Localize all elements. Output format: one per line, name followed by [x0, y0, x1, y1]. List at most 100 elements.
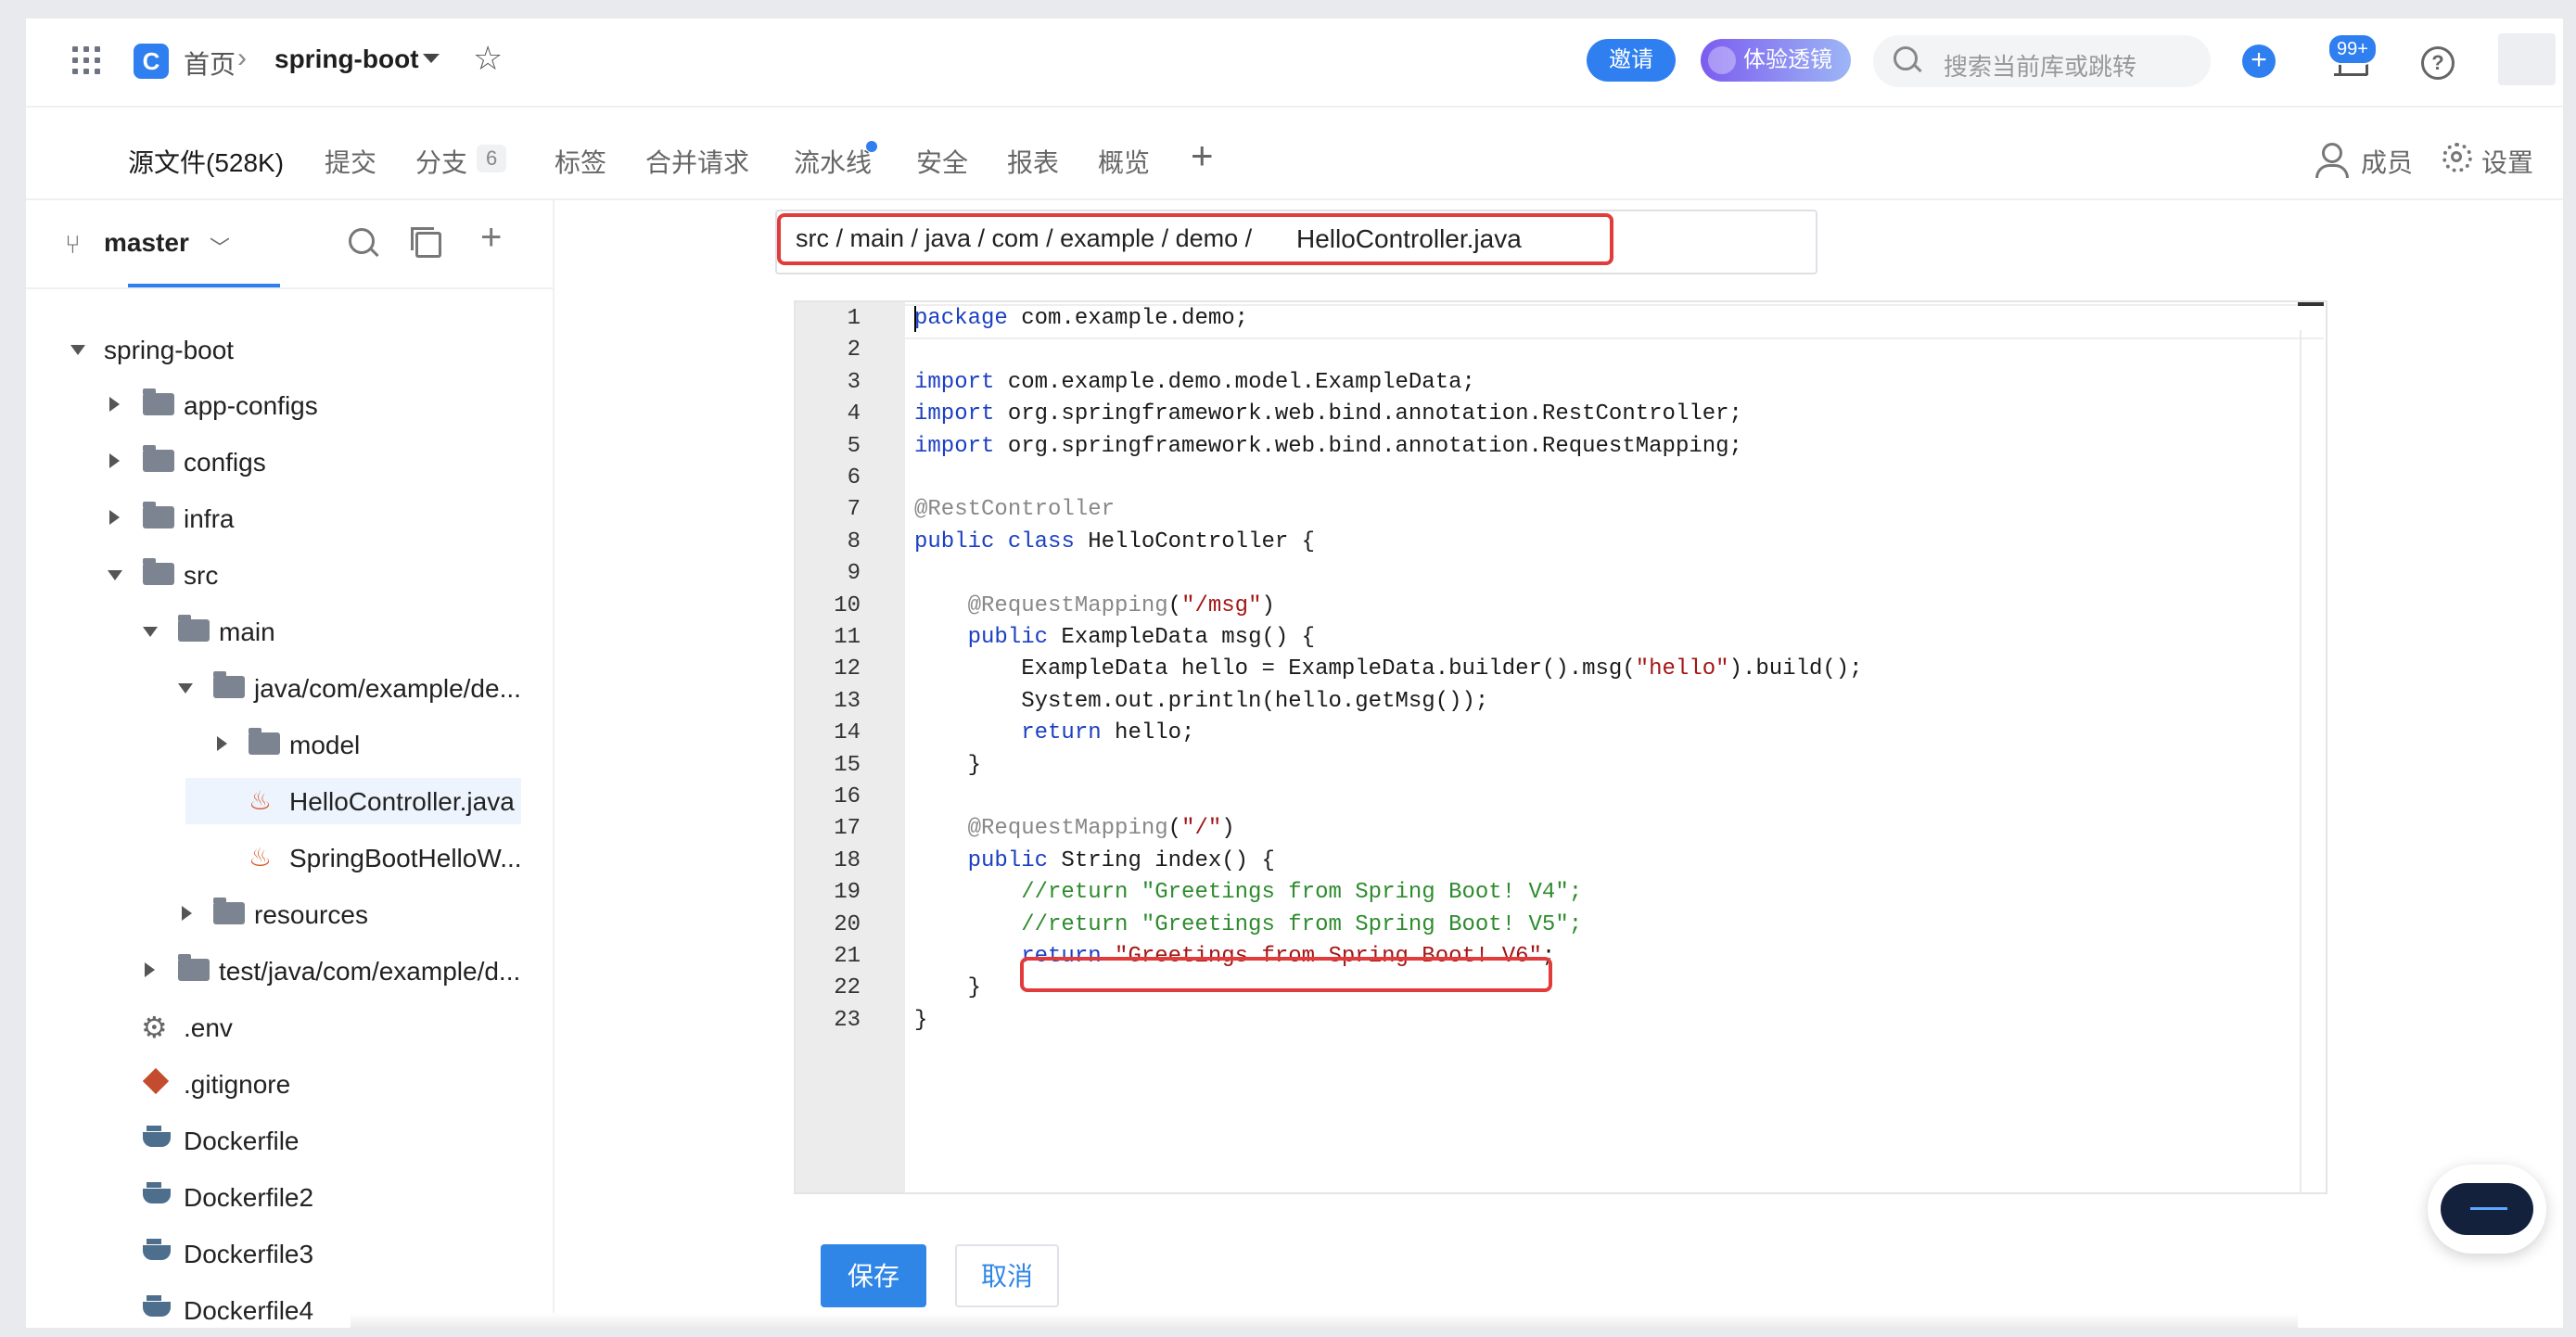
caret-down-icon[interactable] — [178, 683, 193, 694]
code-line[interactable]: @RequestMapping("/msg") — [914, 593, 1275, 618]
line-number: 1 — [847, 306, 861, 331]
tree-item-folder[interactable]: java/com/example/de... — [26, 665, 553, 711]
assistant-float-button[interactable] — [2428, 1165, 2546, 1254]
gear-icon[interactable] — [2442, 143, 2472, 172]
code-line[interactable]: import com.example.demo.model.ExampleDat… — [914, 370, 1475, 395]
line-number: 15 — [834, 752, 861, 778]
line-number: 10 — [834, 592, 861, 618]
tree-item-folder[interactable]: src — [26, 552, 553, 598]
caret-right-icon[interactable] — [109, 510, 120, 525]
code-line[interactable]: public ExampleData msg() { — [914, 625, 1315, 650]
search-icon — [1894, 46, 1918, 70]
tab-source[interactable]: 源文件(528K) — [128, 143, 284, 180]
breadcrumb-home[interactable]: 首页 — [184, 45, 236, 82]
folder-icon — [143, 445, 174, 472]
branch-selector[interactable]: master — [104, 228, 189, 258]
docker-file-icon — [143, 1239, 171, 1260]
apps-grid-icon[interactable] — [72, 46, 100, 74]
tree-item-file[interactable]: ♨ SpringBootHelloW... — [26, 834, 553, 881]
editor-scrollbar[interactable] — [2300, 330, 2302, 1192]
global-search[interactable]: 搜索当前库或跳转 — [1873, 35, 2211, 87]
tree-item-file-selected[interactable]: ♨ HelloController.java — [185, 778, 521, 824]
caret-down-icon[interactable] — [143, 627, 158, 637]
lens-icon — [1708, 46, 1736, 74]
cancel-button[interactable]: 取消 — [955, 1244, 1059, 1307]
code-line[interactable]: //return "Greetings from Spring Boot! V4… — [914, 880, 1582, 905]
experience-lens-button[interactable]: 体验透镜 — [1701, 39, 1851, 82]
line-number: 9 — [847, 561, 861, 587]
notification-badge: 99+ — [2327, 33, 2378, 65]
line-number: 11 — [834, 625, 861, 650]
breadcrumb-repo[interactable]: spring-boot — [274, 45, 419, 74]
help-icon[interactable]: ? — [2421, 46, 2455, 80]
tree-item-file[interactable]: .gitignore — [26, 1061, 553, 1107]
member-icon[interactable] — [2315, 143, 2349, 178]
tab-tags[interactable]: 标签 — [555, 143, 606, 180]
caret-right-icon[interactable] — [217, 736, 227, 751]
caret-right-icon[interactable] — [109, 453, 120, 468]
caret-down-icon[interactable] — [108, 570, 122, 580]
branches-count-badge: 6 — [477, 145, 507, 172]
code-line[interactable]: public String index() { — [914, 848, 1275, 873]
code-line[interactable]: @RestController — [914, 497, 1115, 522]
code-line[interactable]: } — [914, 975, 981, 1000]
tree-item-folder[interactable]: model — [26, 721, 553, 768]
file-tree-sidebar: ⑂ master ﹀ + spring-boot app-configs con… — [26, 200, 555, 1328]
tree-item-root[interactable]: spring-boot — [26, 326, 553, 373]
code-line[interactable]: return hello; — [914, 720, 1194, 745]
code-line[interactable]: import org.springframework.web.bind.anno… — [914, 434, 1742, 459]
tree-item-folder[interactable]: configs — [26, 439, 553, 485]
tree-item-file[interactable]: Dockerfile2 — [26, 1174, 553, 1220]
line-number: 8 — [847, 528, 861, 554]
code-line[interactable]: import org.springframework.web.bind.anno… — [914, 401, 1742, 427]
chevron-down-icon[interactable]: ﹀ — [210, 232, 230, 261]
caret-right-icon[interactable] — [145, 962, 155, 977]
add-tab-icon[interactable]: + — [1191, 134, 1214, 178]
tree-item-folder[interactable]: main — [26, 608, 553, 655]
caret-down-icon[interactable] — [423, 54, 440, 63]
tree-item-folder[interactable]: test/java/com/example/d... — [26, 948, 553, 994]
tab-merge-requests[interactable]: 合并请求 — [645, 143, 749, 180]
code-line[interactable]: public class HelloController { — [914, 529, 1315, 554]
add-file-icon[interactable]: + — [480, 217, 502, 259]
code-line[interactable]: } — [914, 1008, 927, 1033]
code-line[interactable]: System.out.println(hello.getMsg()); — [914, 689, 1488, 714]
tree-item-label: resources — [254, 900, 368, 929]
tree-item-folder[interactable]: app-configs — [26, 382, 553, 428]
line-number: 12 — [834, 656, 861, 682]
folder-icon — [213, 898, 245, 924]
code-line[interactable]: //return "Greetings from Spring Boot! V5… — [914, 912, 1582, 937]
code-line[interactable]: package com.example.demo; — [914, 306, 1248, 331]
create-plus-icon[interactable]: + — [2242, 45, 2276, 78]
app-logo-icon[interactable]: C — [134, 44, 169, 79]
tab-branches[interactable]: 分支 — [415, 143, 467, 180]
caret-down-icon[interactable] — [70, 345, 85, 355]
code-line[interactable]: @RequestMapping("/") — [914, 816, 1235, 841]
copy-icon[interactable] — [411, 227, 441, 258]
tab-commits[interactable]: 提交 — [325, 143, 376, 180]
caret-right-icon[interactable] — [182, 906, 192, 921]
code-line[interactable]: } — [914, 753, 981, 778]
search-icon[interactable] — [349, 228, 375, 254]
tree-item-file[interactable]: ⚙ .env — [26, 1004, 553, 1050]
code-editor[interactable]: package com.example.demo; import com.exam… — [794, 300, 2327, 1194]
members-link[interactable]: 成员 — [2361, 143, 2413, 180]
tree-item-file[interactable]: Dockerfile — [26, 1117, 553, 1164]
code-line[interactable]: ExampleData hello = ExampleData.builder(… — [914, 656, 1862, 681]
tab-overview[interactable]: 概览 — [1098, 143, 1150, 180]
avatar[interactable] — [2498, 33, 2556, 85]
tree-item-label: Dockerfile4 — [184, 1296, 314, 1325]
tree-item-label: HelloController.java — [289, 787, 515, 816]
tab-reports[interactable]: 报表 — [1007, 143, 1059, 180]
tree-item-folder[interactable]: infra — [26, 495, 553, 541]
tab-security[interactable]: 安全 — [916, 143, 968, 180]
tree-item-folder[interactable]: resources — [26, 891, 553, 937]
save-button[interactable]: 保存 — [821, 1244, 926, 1307]
settings-link[interactable]: 设置 — [2481, 143, 2533, 180]
tree-item-file[interactable]: Dockerfile3 — [26, 1230, 553, 1277]
star-icon[interactable]: ☆ — [473, 39, 503, 78]
tab-pipelines[interactable]: 流水线 — [794, 143, 872, 180]
chevron-right-icon: › — [237, 43, 247, 73]
invite-button[interactable]: 邀请 — [1587, 39, 1676, 82]
caret-right-icon[interactable] — [109, 397, 120, 412]
